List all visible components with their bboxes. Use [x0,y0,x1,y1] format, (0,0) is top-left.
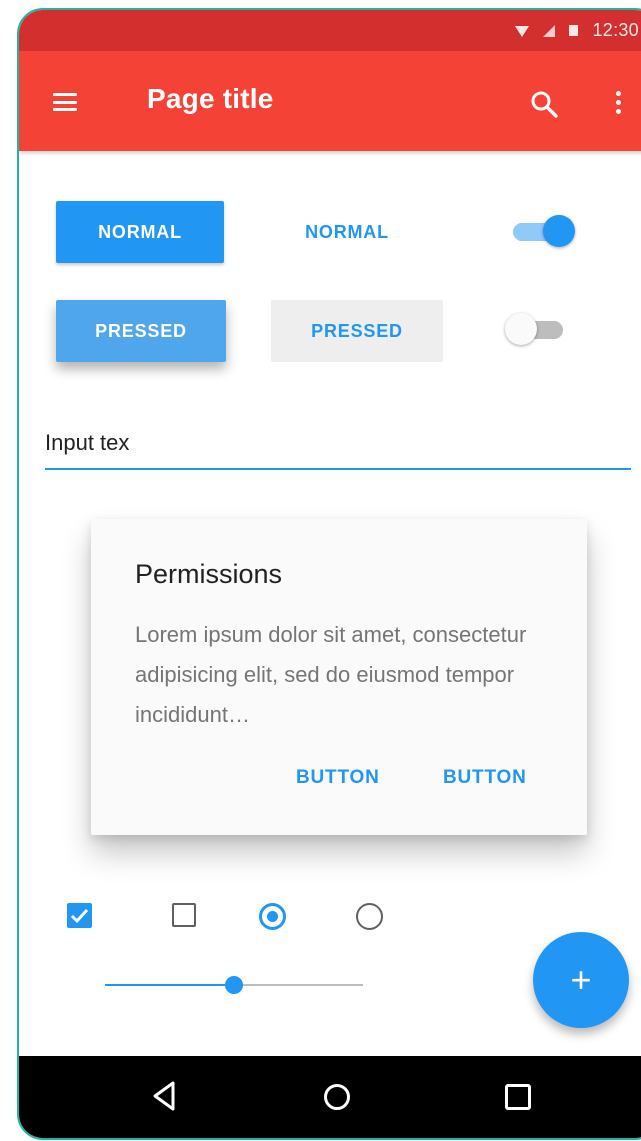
back-icon[interactable] [151,1080,177,1112]
add-fab-button[interactable]: + [533,932,629,1028]
raised-pressed-button[interactable]: PRESSED [56,300,226,362]
add-icon: + [570,959,592,1000]
radio-unselected[interactable] [356,903,383,930]
flat-pressed-button[interactable]: PRESSED [271,300,443,362]
dialog-body: Lorem ipsum dolor sit amet, consectetur … [135,622,527,727]
status-time: 12:30 [592,20,639,40]
battery-icon [569,25,579,36]
toggle-switch-on[interactable] [513,212,575,252]
system-nav-bar [19,1056,641,1138]
more-vertical-icon[interactable] [616,91,622,117]
app-toolbar: Page title [19,51,641,151]
device-frame: 12:30 Page title NORMAL NORMAL PRESSED P… [17,8,641,1140]
page-title: Page title [147,83,274,114]
raised-normal-button[interactable]: NORMAL [56,201,224,263]
text-input[interactable] [45,418,631,470]
flat-normal-button[interactable]: NORMAL [273,201,421,263]
search-icon[interactable] [529,89,559,119]
check-icon [70,908,89,924]
checkbox-unchecked[interactable] [172,903,196,927]
status-bar: 12:30 [19,10,641,51]
dialog-button-2[interactable]: BUTTON [443,767,527,789]
permissions-dialog: Permissions Lorem ipsum dolor sit amet, … [91,519,587,835]
dialog-title: Permissions [135,559,283,589]
wifi-icon [515,26,530,37]
home-icon[interactable] [324,1084,350,1110]
hamburger-menu-icon[interactable] [53,93,77,111]
checkbox-checked[interactable] [67,903,92,928]
recents-icon[interactable] [505,1084,531,1110]
slider-thumb[interactable] [225,976,243,994]
toggle-switch-off[interactable] [505,310,567,350]
slider-fill [105,984,234,986]
signal-icon [543,24,556,37]
dialog-button-1[interactable]: BUTTON [296,767,380,789]
radio-selected[interactable] [259,903,286,930]
slider[interactable] [105,975,363,995]
